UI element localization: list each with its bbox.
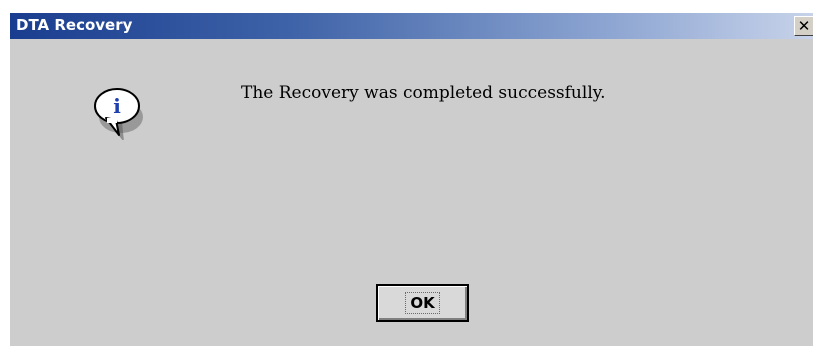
info-icon-letter: i [113,94,121,118]
close-icon: ✕ [797,17,811,35]
info-icon: i [94,88,143,140]
window-title: DTA Recovery [16,16,133,34]
ok-button[interactable]: OK [376,284,469,322]
ok-button-label: OK [405,292,440,314]
title-bar[interactable]: DTA Recovery ✕ [10,13,813,39]
dialog-message: The Recovery was completed successfully. [241,83,606,103]
dialog-window: DTA Recovery ✕ i The Recovery was comple… [9,13,813,346]
close-button[interactable]: ✕ [794,16,813,36]
